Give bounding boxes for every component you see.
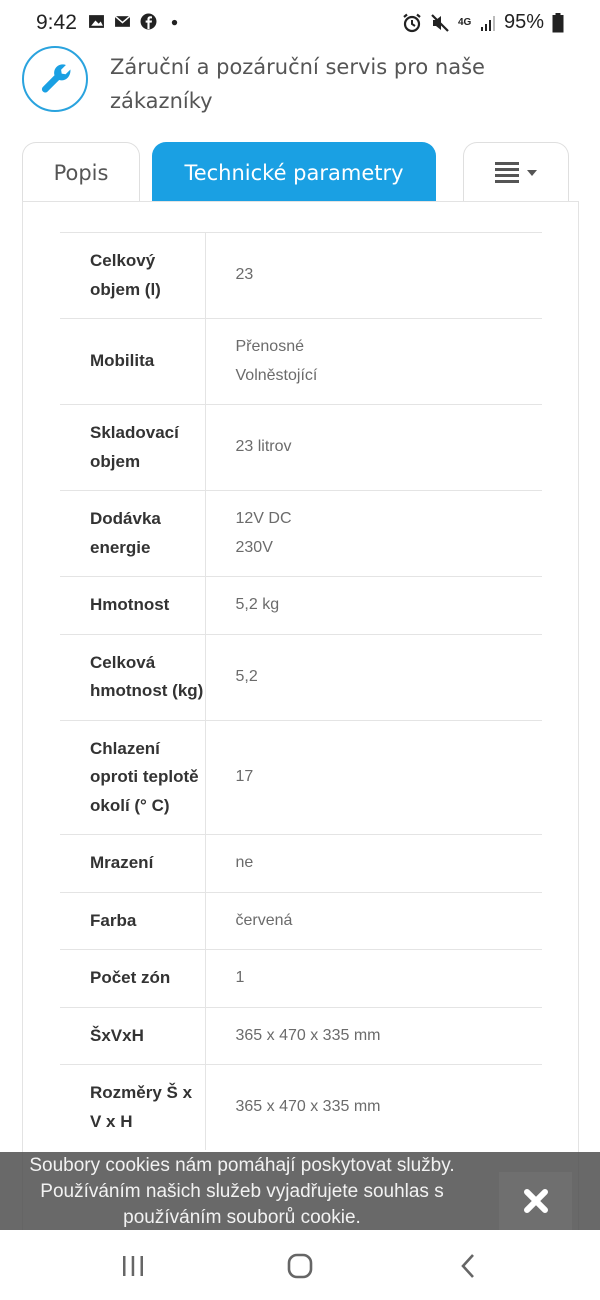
spec-key: Chlazení oproti teplotě okolí (° C): [60, 719, 206, 835]
spec-value: Přenosné Volněstojící: [205, 318, 542, 405]
spec-key: Farba: [60, 891, 206, 950]
spec-key: Mobilita: [60, 318, 206, 405]
spec-key: Mrazení: [60, 834, 206, 892]
system-nav-bar: [0, 1230, 600, 1300]
spec-value-line: 1: [235, 969, 245, 986]
spec-value-line: 23: [235, 266, 254, 284]
spec-row: Chlazení oproti teplotě okolí (° C) 17: [60, 719, 542, 835]
alarm-icon: [403, 13, 421, 32]
spec-value-line: 365 x 470 x 335 mm: [235, 1098, 381, 1116]
spec-value: 23: [205, 232, 542, 319]
cookie-close-button[interactable]: [499, 1172, 572, 1230]
spec-value-line: 5,2: [235, 667, 258, 685]
spec-key: Rozměry Š x V x H: [60, 1064, 206, 1150]
caret-down-icon: [527, 169, 537, 176]
mute-icon: [431, 13, 449, 32]
image-icon: [89, 15, 104, 28]
battery-icon: [552, 12, 564, 32]
cookie-line: Soubory cookies nám pomáhají poskytovat …: [29, 1155, 455, 1176]
tab-label: Popis: [53, 160, 109, 185]
recents-button[interactable]: [113, 1250, 153, 1282]
spec-value: 365 x 470 x 335 mm: [205, 1064, 542, 1150]
spec-row: Počet zón 1: [60, 949, 542, 1007]
spec-value: 5,2: [205, 633, 542, 720]
spec-value-line: 12V DC: [235, 510, 292, 527]
spec-key: Celkový objem (l): [60, 232, 206, 319]
spec-value: 1: [205, 949, 542, 1007]
spec-value-line: ne: [235, 854, 254, 871]
cookie-banner: Soubory cookies nám pomáhají poskytovat …: [0, 1152, 600, 1230]
cookie-line: Používáním našich služeb vyjadřujete sou…: [40, 1181, 444, 1202]
facebook-icon: [140, 13, 157, 30]
system-icons: 4G 95%: [402, 11, 564, 34]
spec-value-line: 17: [235, 768, 254, 785]
home-icon: [287, 1253, 313, 1279]
spec-value: 365 x 470 x 335 mm: [205, 1006, 542, 1065]
spec-row: Mobilita Přenosné Volněstojící: [60, 318, 542, 405]
wrench-icon: [41, 64, 71, 93]
spec-row: ŠxVxH 365 x 470 x 335 mm: [60, 1006, 542, 1065]
spec-row: Mrazení ne: [60, 834, 542, 892]
spec-key: Celková hmotnost (kg): [60, 633, 206, 720]
status-time: 9:42: [36, 11, 77, 34]
spec-value-line: Volněstojící: [235, 366, 318, 384]
spec-value-line: 230V: [235, 538, 273, 556]
home-button[interactable]: [280, 1250, 320, 1282]
tab-menu-dropdown[interactable]: [463, 142, 569, 202]
spec-value: 5,2 kg: [205, 576, 542, 634]
spec-row: Farba červená: [60, 891, 542, 950]
mail-icon: [114, 15, 131, 27]
spec-key: Počet zón: [60, 949, 206, 1007]
back-button[interactable]: [448, 1250, 488, 1282]
service-info: Záruční a pozáruční servis pro naše záka…: [22, 46, 582, 126]
battery-percent: 95%: [503, 11, 544, 33]
spec-row: Celkový objem (l) 23: [60, 232, 542, 319]
status-bar: 9:42 4G 95%: [0, 0, 600, 46]
notification-icons: [88, 13, 183, 30]
tab-popis[interactable]: Popis: [22, 142, 140, 202]
close-icon: [523, 1189, 548, 1213]
dot-icon: [171, 19, 178, 26]
spec-table: Celkový objem (l) 23 Mobilita Přenosné Volně…: [60, 232, 542, 1150]
network-4g-icon: 4G: [457, 16, 472, 28]
signal-icon: [480, 15, 495, 31]
spec-key: Dodávka energie: [60, 490, 206, 577]
spec-row: Rozměry Š x V x H 365 x 470 x 335 mm: [60, 1064, 542, 1150]
spec-row: Dodávka energie 12V DC 230V: [60, 490, 542, 577]
spec-value-line: 365 x 470 x 335 mm: [235, 1026, 381, 1044]
spec-value: 17: [205, 719, 542, 835]
spec-value: červená: [205, 891, 542, 950]
service-text: Záruční a pozáruční servis pro naše záka…: [110, 55, 485, 113]
spec-row: Hmotnost 5,2 kg: [60, 576, 542, 634]
cookie-text: Soubory cookies nám pomáhají poskytovat …: [0, 1152, 484, 1231]
spec-row: Skladovací objem 23 litrov: [60, 404, 542, 491]
menu-icon: [495, 162, 519, 183]
cookie-line: používáním souborů cookie.: [123, 1207, 361, 1228]
spec-row: Celková hmotnost (kg) 5,2: [60, 633, 542, 720]
recents-icon: [123, 1256, 143, 1276]
tech-params-panel: Celkový objem (l) 23 Mobilita Přenosné Volně…: [22, 201, 579, 1231]
spec-value: 12V DC 230V: [205, 490, 542, 577]
tab-technicke-parametry[interactable]: Technické parametry: [152, 142, 436, 202]
wrench-icon-circle: [22, 46, 88, 112]
tab-label: Technické parametry: [184, 160, 404, 185]
spec-value-line: 23 litrov: [235, 438, 292, 456]
spec-value-line: červená: [235, 911, 293, 929]
spec-value-line: 5,2 kg: [235, 596, 280, 613]
spec-key: Skladovací objem: [60, 404, 206, 491]
spec-key: ŠxVxH: [60, 1006, 206, 1065]
spec-value: 23 litrov: [205, 404, 542, 491]
spec-value-line: Přenosné: [235, 338, 305, 355]
spec-value: ne: [205, 834, 542, 892]
spec-key: Hmotnost: [60, 576, 206, 634]
back-icon: [461, 1254, 474, 1278]
